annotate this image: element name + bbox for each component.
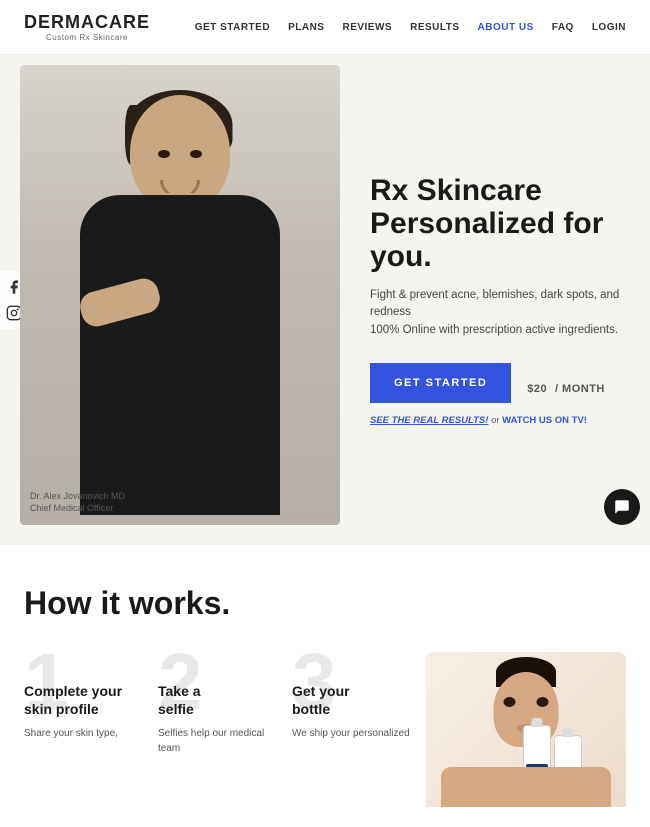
nav-get-started[interactable]: GET STARTED — [195, 22, 270, 33]
doctor-name: Dr. Alex Jovanovich MD — [30, 490, 125, 503]
hero-content: Rx Skincare Personalized for you. Fight … — [360, 55, 650, 545]
step-3: 3 Get your bottle We ship your personali… — [292, 652, 426, 807]
price-badge: $20 / MONTH — [527, 367, 605, 399]
doctor-caption: Dr. Alex Jovanovich MD Chief Medical Off… — [30, 490, 125, 515]
doctor-eye-right — [190, 150, 202, 158]
nav-results[interactable]: RESULTS — [410, 22, 459, 33]
hands — [441, 767, 611, 807]
step-2-desc: Selfies help our medical team — [158, 726, 282, 756]
step-3-title: Get your bottle — [292, 682, 416, 718]
step-1-desc: Share your skin type, — [24, 726, 148, 741]
step-2: 2 Take a selfie Selfies help our medical… — [158, 652, 292, 807]
step-1: 1 Complete your skin profile Share your … — [24, 652, 158, 807]
hero-subtitle: Fight & prevent acne, blemishes, dark sp… — [370, 287, 626, 339]
steps-container: 1 Complete your skin profile Share your … — [24, 652, 426, 807]
how-it-works-section: How it works. 1 Complete your skin profi… — [0, 545, 650, 827]
doctor-eye-left — [158, 150, 170, 158]
step-2-title: Take a selfie — [158, 682, 282, 718]
nav-about-us[interactable]: ABOUT US — [478, 22, 534, 33]
doctor-photo — [20, 65, 340, 525]
link-separator: or — [491, 415, 502, 426]
hero-title: Rx Skincare Personalized for you. — [370, 174, 626, 273]
main-nav: GET STARTED PLANS REVIEWS RESULTS ABOUT … — [195, 22, 626, 33]
brand-name: DERMACARE — [24, 12, 150, 33]
doctor-title: Chief Medical Officer — [30, 502, 125, 515]
eye-left — [504, 697, 516, 707]
product-image: DERMACARE DERMACARE — [426, 652, 626, 807]
price-unit: / MONTH — [555, 383, 605, 395]
get-started-button[interactable]: GET STARTED — [370, 363, 511, 403]
nav-reviews[interactable]: REVIEWS — [342, 22, 392, 33]
how-title: How it works. — [24, 585, 626, 622]
nav-faq[interactable]: FAQ — [552, 22, 574, 33]
hero-image: Dr. Alex Jovanovich MD Chief Medical Off… — [0, 55, 380, 545]
doctor-body — [80, 195, 280, 515]
results-link[interactable]: SEE THE REAL RESULTS! — [370, 415, 488, 426]
header: DERMACARE Custom Rx Skincare GET STARTED… — [0, 0, 650, 55]
nav-login[interactable]: LOGIN — [592, 22, 626, 33]
nav-plans[interactable]: PLANS — [288, 22, 324, 33]
step-1-content: Complete your skin profile Share your sk… — [24, 652, 148, 741]
step-3-content: Get your bottle We ship your personalize… — [292, 652, 416, 741]
step-3-desc: We ship your personalized — [292, 726, 416, 741]
chat-icon — [613, 498, 631, 516]
tv-link[interactable]: WATCH US ON TV! — [502, 415, 587, 426]
hero-cta-row: GET STARTED $20 / MONTH — [370, 363, 626, 403]
step-1-title: Complete your skin profile — [24, 682, 148, 718]
price-amount: $20 — [527, 383, 547, 395]
step-2-content: Take a selfie Selfies help our medical t… — [158, 652, 282, 756]
hero-links: SEE THE REAL RESULTS! or WATCH US ON TV! — [370, 415, 626, 426]
chat-button[interactable] — [604, 489, 640, 525]
hero-section: Dr. Alex Jovanovich MD Chief Medical Off… — [0, 55, 650, 545]
eye-right — [537, 697, 549, 707]
brand-tagline: Custom Rx Skincare — [24, 33, 150, 42]
logo: DERMACARE Custom Rx Skincare — [24, 12, 150, 42]
